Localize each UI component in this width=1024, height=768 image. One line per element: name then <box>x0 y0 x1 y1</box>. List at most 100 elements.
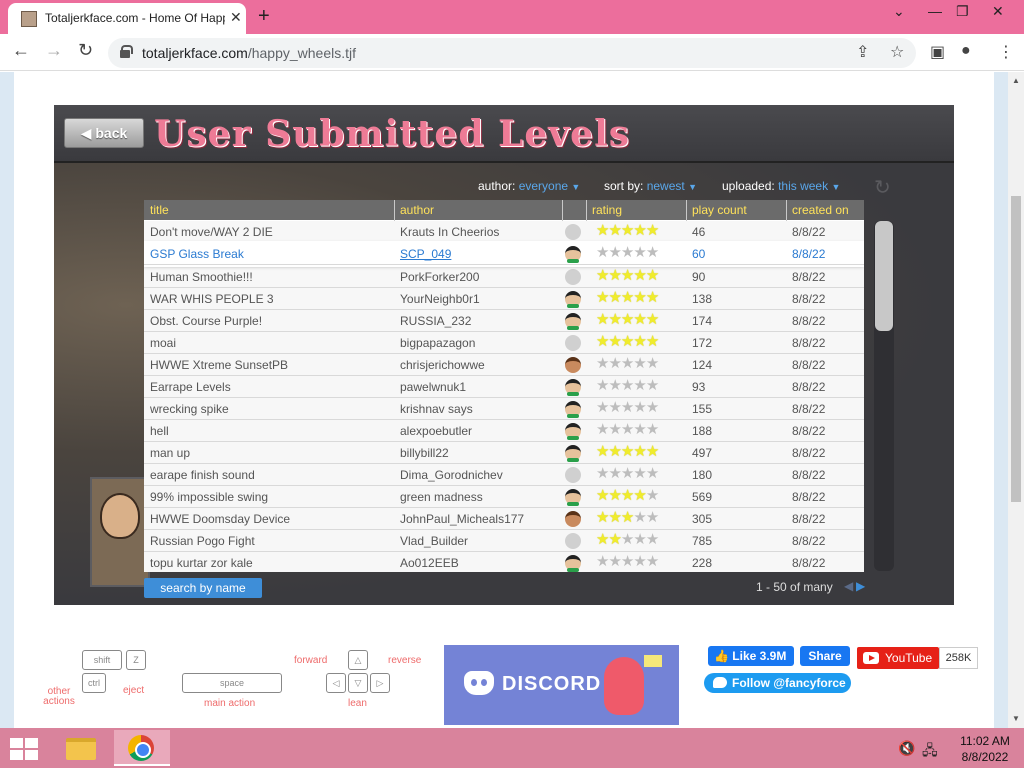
back-arrow-icon[interactable]: ← <box>12 40 30 61</box>
uploaded-filter-value[interactable]: this week <box>778 179 828 193</box>
speaker-muted-icon[interactable]: 🔇 <box>898 740 915 757</box>
author-avatar-icon <box>565 291 581 308</box>
level-author[interactable]: billybill22 <box>400 446 560 460</box>
forward-arrow-icon[interactable]: → <box>45 40 63 61</box>
share-icon[interactable]: ⇪ <box>856 42 869 62</box>
close-tab-icon[interactable]: ✕ <box>230 9 242 26</box>
rating-stars: ★★★★★ <box>596 356 676 372</box>
new-tab-icon[interactable]: + <box>258 5 270 28</box>
discord-banner[interactable]: DISCORD <box>444 645 679 725</box>
search-by-name-button[interactable]: search by name <box>144 578 262 598</box>
uploaded-filter[interactable]: uploaded: this week ▼ <box>722 179 840 193</box>
youtube-subscribe-button[interactable]: YouTube <box>857 647 939 669</box>
created-date: 8/8/22 <box>792 270 826 284</box>
level-author[interactable]: RUSSIA_232 <box>400 314 560 328</box>
refresh-icon[interactable]: ↻ <box>874 175 891 200</box>
close-window-icon[interactable]: ✕ <box>992 3 1004 20</box>
facebook-like-button[interactable]: 👍 Like 3.9M <box>708 646 794 666</box>
play-count: 46 <box>692 225 706 239</box>
network-icon[interactable]: 🖧 <box>922 740 938 764</box>
chevron-down-icon[interactable]: ▼ <box>688 182 697 192</box>
play-count: 497 <box>692 446 713 460</box>
author-filter[interactable]: author: everyone ▼ <box>478 179 580 193</box>
level-author[interactable]: alexpoebutler <box>400 424 560 438</box>
game-canvas[interactable]: ◀ back User Submitted Levels author: eve… <box>54 105 954 605</box>
table-row[interactable]: Obst. Course Purple! RUSSIA_232 ★★★★★ 174 8/… <box>144 310 864 332</box>
system-clock[interactable]: 11:02 AM 8/8/2022 <box>950 733 1020 765</box>
star-icon: ★ <box>620 443 634 460</box>
side-panel-icon[interactable]: ▣ <box>930 42 945 62</box>
column-header-title[interactable]: title <box>150 203 169 217</box>
table-row[interactable]: GSP Glass Break SCP_049 ★★★★★ 60 8/8/22 <box>144 243 864 265</box>
rating-stars: ★★★★★ <box>596 422 676 438</box>
table-row[interactable]: wrecking spike krishnav says ★★★★★ 155 8/8/2… <box>144 398 864 420</box>
table-row[interactable]: moai bigpapazagon ★★★★★ 172 8/8/22 <box>144 332 864 354</box>
scroll-down-icon[interactable]: ▼ <box>1012 714 1020 723</box>
url-bar[interactable]: totaljerkface.com/happy_wheels.tjf ⇪ ☆ <box>108 38 916 68</box>
chevron-down-icon[interactable]: ▼ <box>571 182 580 192</box>
level-title: GSP Glass Break <box>150 247 244 261</box>
star-icon: ★ <box>596 222 609 239</box>
level-author[interactable]: green madness <box>400 490 560 504</box>
star-icon: ★ <box>596 289 609 306</box>
level-author[interactable]: Dima_Gorodnichev <box>400 468 560 482</box>
table-scrollbar[interactable] <box>874 221 894 571</box>
level-author[interactable]: YourNeighb0r1 <box>400 292 560 306</box>
table-row[interactable]: topu kurtar zor kale Ao012EEB ★★★★★ 228 8/8/… <box>144 552 864 572</box>
level-author[interactable]: bigpapazagon <box>400 336 560 350</box>
table-row[interactable]: hell alexpoebutler ★★★★★ 188 8/8/22 <box>144 420 864 442</box>
chevron-down-icon[interactable]: ▼ <box>831 182 840 192</box>
rating-stars: ★★★★★ <box>596 532 676 548</box>
table-row[interactable]: HWWE Xtreme SunsetPB chrisjerichowwe ★★★★★… <box>144 354 864 376</box>
page-scrollbar[interactable]: ▲ ▼ <box>1008 72 1024 728</box>
windows-start-icon[interactable] <box>10 738 38 760</box>
table-row[interactable]: HWWE Doomsday Device JohnPaul_Micheals177… <box>144 508 864 530</box>
table-row[interactable]: earape finish sound Dima_Gorodnichev ★★★★★… <box>144 464 864 486</box>
table-row[interactable]: Don't move/WAY 2 DIE Krauts In Cheerios ★★… <box>144 221 864 243</box>
file-explorer-taskbar-button[interactable] <box>54 730 110 766</box>
column-header-play-count[interactable]: play count <box>692 203 747 217</box>
author-filter-value[interactable]: everyone <box>519 179 568 193</box>
scroll-up-icon[interactable]: ▲ <box>1012 76 1020 85</box>
back-button[interactable]: ◀ back <box>64 118 144 148</box>
sort-filter-value[interactable]: newest <box>647 179 685 193</box>
reload-icon[interactable]: ↻ <box>78 40 93 61</box>
star-icon: ★ <box>620 289 634 306</box>
table-row[interactable]: Russian Pogo Fight Vlad_Builder ★★★★★ 785 8/… <box>144 530 864 552</box>
table-row[interactable]: man up billybill22 ★★★★★ 497 8/8/22 <box>144 442 864 464</box>
scroll-thumb[interactable] <box>1011 196 1021 502</box>
level-author[interactable]: PorkForker200 <box>400 270 560 284</box>
next-page-icon[interactable]: ▶ <box>856 579 865 593</box>
level-author[interactable]: Krauts In Cheerios <box>400 225 560 239</box>
browser-tab[interactable]: Totaljerkface.com - Home Of Happy Wheels… <box>8 3 246 34</box>
column-header-rating[interactable]: rating <box>592 203 622 217</box>
prev-page-icon[interactable]: ◀ <box>844 579 853 593</box>
restore-icon[interactable]: ❐ <box>956 3 969 20</box>
menu-kebab-icon[interactable]: ⋮ <box>998 42 1014 62</box>
column-header-author[interactable]: author <box>400 203 434 217</box>
table-row[interactable]: WAR WHIS PEOPLE 3 YourNeighb0r1 ★★★★★ 138 8/… <box>144 288 864 310</box>
level-author[interactable]: Vlad_Builder <box>400 534 560 548</box>
profile-avatar-icon[interactable]: ● <box>961 42 971 60</box>
table-row[interactable]: Earrape Levels pawelwnuk1 ★★★★★ 93 8/8/22 <box>144 376 864 398</box>
level-author[interactable]: krishnav says <box>400 402 560 416</box>
column-header-created-on[interactable]: created on <box>792 203 849 217</box>
table-scroll-thumb[interactable] <box>875 221 893 331</box>
level-author[interactable]: Ao012EEB <box>400 556 560 570</box>
tab-search-icon[interactable]: ⌄ <box>893 3 905 20</box>
table-row[interactable]: 99% impossible swing green madness ★★★★★ 56… <box>144 486 864 508</box>
level-author[interactable]: SCP_049 <box>400 247 560 261</box>
sort-filter[interactable]: sort by: newest ▼ <box>604 179 697 193</box>
level-author[interactable]: chrisjerichowwe <box>400 358 560 372</box>
level-author[interactable]: JohnPaul_Micheals177 <box>400 512 560 526</box>
star-icon: ★ <box>633 311 646 328</box>
lock-icon[interactable] <box>120 45 133 58</box>
chrome-taskbar-button[interactable] <box>114 730 170 766</box>
facebook-share-button[interactable]: Share <box>800 646 850 666</box>
minimize-icon[interactable]: — <box>928 3 942 19</box>
table-row[interactable]: Human Smoothie!!! PorkForker200 ★★★★★ 90 8/8… <box>144 266 864 288</box>
level-author[interactable]: pawelwnuk1 <box>400 380 560 394</box>
bookmark-star-icon[interactable]: ☆ <box>890 42 904 62</box>
star-icon: ★ <box>645 421 659 438</box>
twitter-follow-button[interactable]: Follow @fancyforce <box>704 673 851 693</box>
